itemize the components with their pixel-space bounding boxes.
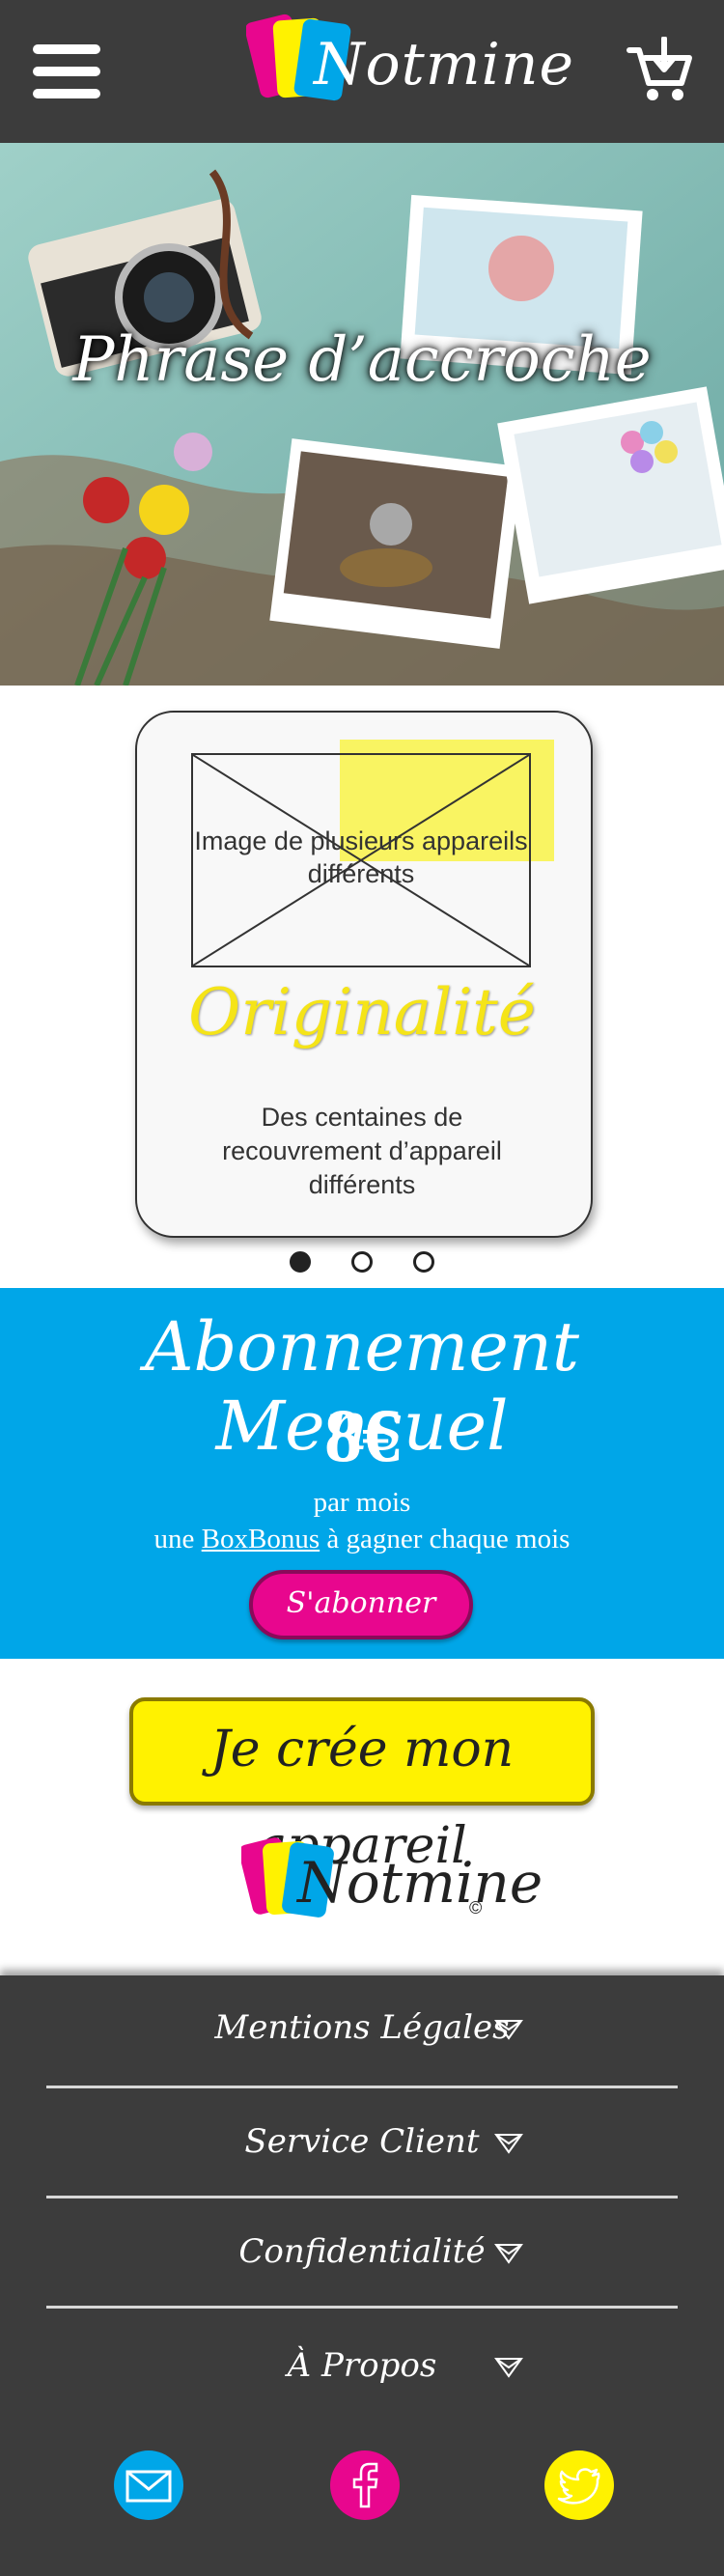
carousel-dot-1[interactable] xyxy=(290,1251,311,1273)
vintage-camera-photos-image xyxy=(0,143,724,686)
subscription-bonus-line: une BoxBonus à gagner chaque mois xyxy=(0,1524,724,1555)
hero-banner: Phrase d’accroche xyxy=(0,143,724,686)
carousel-dot-2[interactable] xyxy=(351,1251,373,1273)
facebook-icon[interactable] xyxy=(330,2450,400,2520)
brand-logo[interactable]: Notmine xyxy=(246,8,573,135)
subscription-section: Abonnement Mensuel 8€ par mois une BoxBo… xyxy=(0,1288,724,1659)
footer-item-a-propos[interactable]: À Propos xyxy=(46,2313,678,2423)
hamburger-menu-icon[interactable] xyxy=(33,44,100,98)
boxbonus-link[interactable]: BoxBonus xyxy=(202,1524,320,1554)
top-header: Notmine xyxy=(0,0,724,143)
image-placeholder-label: Image de plusieurs appareils différents xyxy=(194,826,528,888)
subscription-period: par mois xyxy=(313,1487,411,1518)
subscribe-button[interactable]: S'abonner xyxy=(249,1570,473,1639)
create-device-button[interactable]: Je crée mon appareil xyxy=(129,1697,595,1875)
footer-item-confidentialite[interactable]: Confidentialité xyxy=(46,2199,678,2310)
card-title: Originalité xyxy=(188,975,536,1050)
footer-item-mentions-legales[interactable]: Mentions Légales xyxy=(46,1975,678,2086)
copyright-symbol: © xyxy=(469,1898,483,1918)
logo-text: Notmine xyxy=(314,31,574,98)
footer-divider xyxy=(46,2196,678,2198)
logo-text: Notmine xyxy=(297,1850,543,1916)
footer-item-label: Service Client xyxy=(244,2122,480,2161)
bonus-suffix: à gagner chaque mois xyxy=(320,1524,571,1554)
subscription-price: 8€ xyxy=(324,1393,400,1477)
card-description: Des centaines de recouvrement d’appareil… xyxy=(222,1103,502,1199)
footer-divider xyxy=(46,2306,678,2309)
footer-divider xyxy=(46,2086,678,2088)
chevron-down-icon xyxy=(494,2358,523,2378)
twitter-icon[interactable] xyxy=(544,2450,614,2520)
footer-item-service-client[interactable]: Service Client xyxy=(46,2089,678,2199)
footer-brand-logo: Notmine © xyxy=(241,1829,543,1954)
hero-tagline: Phrase d’accroche xyxy=(72,324,652,396)
footer-item-label: Mentions Légales xyxy=(214,2008,510,2047)
chevron-down-icon xyxy=(494,2134,523,2154)
cart-add-icon[interactable] xyxy=(626,36,693,104)
mail-icon[interactable] xyxy=(114,2450,183,2520)
footer-item-label: À Propos xyxy=(287,2346,437,2385)
chevron-down-icon xyxy=(494,2020,523,2040)
chevron-down-icon xyxy=(494,2244,523,2264)
carousel-dot-3[interactable] xyxy=(413,1251,434,1273)
footer-item-label: Confidentialité xyxy=(238,2232,486,2271)
bonus-prefix: une xyxy=(153,1524,202,1554)
